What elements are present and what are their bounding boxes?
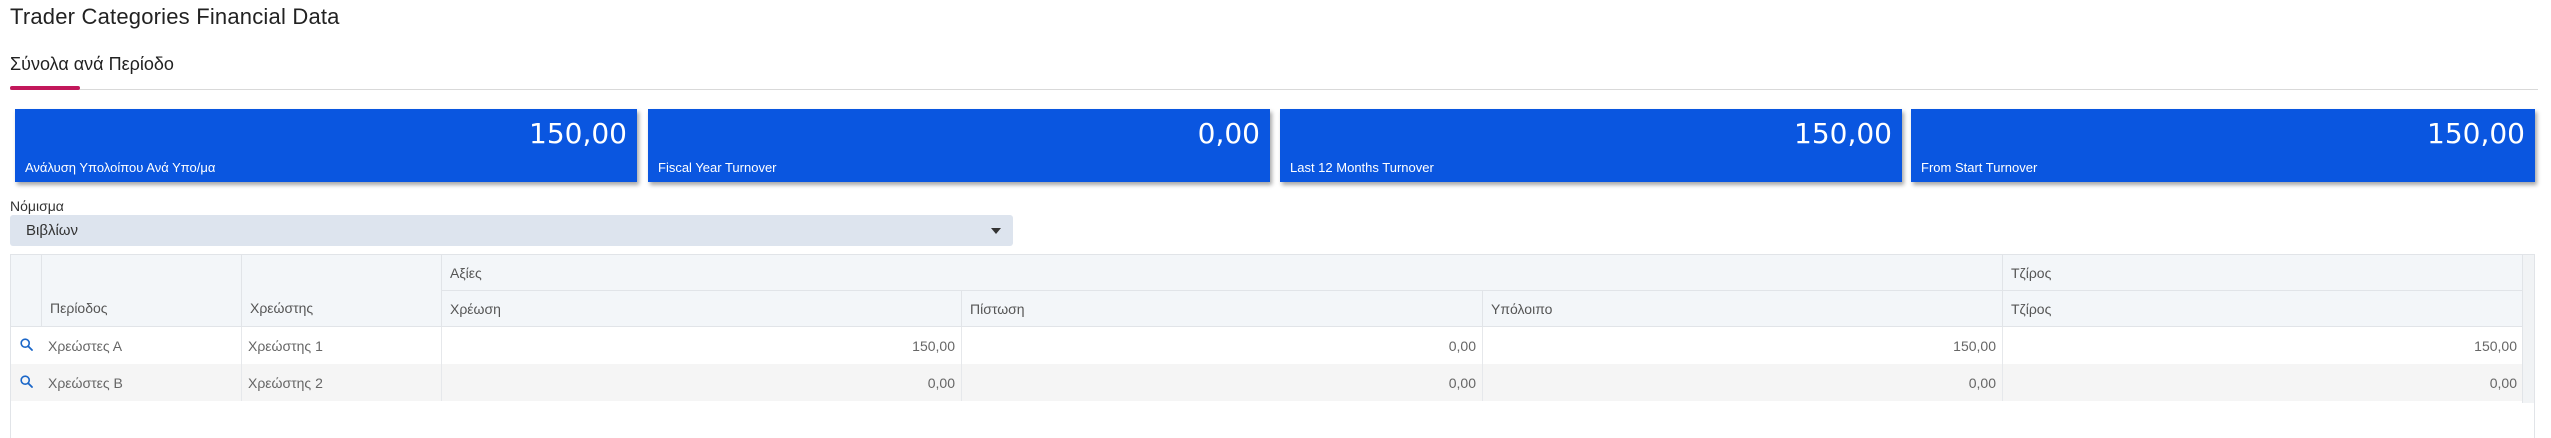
card-from-start-turnover[interactable]: 150,00 From Start Turnover — [1911, 109, 2535, 182]
grid-header-debit-label: Χρέωση — [450, 301, 501, 317]
cell-turnover: 0,00 — [2003, 364, 2524, 401]
grid-group-header-values-label: Αξίες — [450, 265, 482, 281]
grid-header-balance-label: Υπόλοιπο — [1491, 301, 1553, 317]
cell-balance: 150,00 — [1483, 327, 2003, 364]
grid-header-credit[interactable]: Πίστωση — [962, 291, 1483, 327]
row-search-button[interactable] — [11, 327, 41, 364]
cell-credit: 0,00 — [962, 364, 1483, 401]
cell-turnover-text: 150,00 — [2474, 338, 2517, 354]
currency-select[interactable]: Βιβλίων — [10, 215, 1013, 246]
cell-credit: 0,00 — [962, 327, 1483, 364]
card-label: Last 12 Months Turnover — [1290, 160, 1434, 175]
caret-down-icon — [991, 228, 1001, 234]
cell-balance: 0,00 — [1483, 364, 2003, 401]
grid-header-credit-label: Πίστωση — [970, 301, 1025, 317]
grid-vertical-scrollbar[interactable] — [2522, 255, 2534, 403]
grid-header-turnover-label: Τζίρος — [2011, 301, 2052, 317]
grid-header-turnover[interactable]: Τζίρος — [2003, 291, 2524, 327]
financial-data-grid: Περίοδος Χρεώστης Αξίες Τζίρος Χρέωση Πί… — [10, 254, 2535, 438]
table-row[interactable]: Χρεώστες Β Χρεώστης 2 0,00 0,00 0,00 0,0… — [11, 364, 2524, 401]
card-value: 150,00 — [1794, 117, 1892, 150]
grid-header-debtor[interactable]: Χρεώστης — [242, 255, 442, 327]
cell-period-text: Χρεώστες Β — [48, 375, 123, 391]
row-search-button[interactable] — [11, 364, 41, 401]
cell-period: Χρεώστες Α — [42, 327, 242, 364]
card-balance-analysis[interactable]: 150,00 Ανάλυση Υπολοίπου Ανά Υπο/μα — [15, 109, 637, 182]
card-value: 150,00 — [529, 117, 627, 150]
card-last-12-months-turnover[interactable]: 150,00 Last 12 Months Turnover — [1280, 109, 1902, 182]
currency-selected-value: Βιβλίων — [26, 222, 79, 239]
grid-group-header-turnover: Τζίρος — [2003, 255, 2524, 291]
tab-bar: Σύνολα ανά Περίοδο — [10, 54, 2538, 90]
currency-label: Νόμισμα — [10, 198, 64, 214]
grid-header-period-label: Περίοδος — [50, 300, 108, 316]
cell-credit-text: 0,00 — [1448, 338, 1476, 354]
cell-debit-text: 150,00 — [912, 338, 955, 354]
active-tab-indicator — [10, 86, 80, 90]
search-icon — [20, 338, 33, 351]
cell-debit: 0,00 — [442, 364, 962, 401]
cell-credit-text: 0,00 — [1448, 375, 1476, 391]
card-value: 0,00 — [1197, 117, 1260, 150]
grid-header-period[interactable]: Περίοδος — [42, 255, 242, 327]
grid-header-debtor-label: Χρεώστης — [250, 300, 314, 316]
cell-balance-text: 150,00 — [1953, 338, 1996, 354]
card-fiscal-year-turnover[interactable]: 0,00 Fiscal Year Turnover — [648, 109, 1270, 182]
card-label: Ανάλυση Υπολοίπου Ανά Υπο/μα — [25, 160, 216, 175]
page-title: Trader Categories Financial Data — [10, 4, 340, 29]
grid-header-balance[interactable]: Υπόλοιπο — [1483, 291, 2003, 327]
grid-header-debit[interactable]: Χρέωση — [442, 291, 962, 327]
cell-debit-text: 0,00 — [927, 375, 955, 391]
search-icon — [20, 375, 33, 388]
cell-debtor-text: Χρεώστης 2 — [248, 375, 323, 391]
cell-turnover: 150,00 — [2003, 327, 2524, 364]
cell-debit: 150,00 — [442, 327, 962, 364]
tab-totals-per-period[interactable]: Σύνολα ανά Περίοδο — [10, 54, 174, 75]
card-label: From Start Turnover — [1921, 160, 2038, 175]
summary-cards: 150,00 Ανάλυση Υπολοίπου Ανά Υπο/μα 0,00… — [15, 109, 2540, 182]
cell-turnover-text: 0,00 — [2489, 375, 2517, 391]
cell-period-text: Χρεώστες Α — [48, 338, 123, 354]
cell-debtor: Χρεώστης 2 — [242, 364, 442, 401]
grid-group-header-turnover-label: Τζίρος — [2011, 265, 2052, 281]
cell-debtor-text: Χρεώστης 1 — [248, 338, 323, 354]
grid-group-header-values: Αξίες — [442, 255, 2003, 291]
card-label: Fiscal Year Turnover — [658, 160, 777, 175]
cell-period: Χρεώστες Β — [42, 364, 242, 401]
card-value: 150,00 — [2427, 117, 2525, 150]
cell-balance-text: 0,00 — [1968, 375, 1996, 391]
table-row[interactable]: Χρεώστες Α Χρεώστης 1 150,00 0,00 150,00… — [11, 327, 2524, 364]
cell-debtor: Χρεώστης 1 — [242, 327, 442, 364]
grid-header-action — [11, 255, 42, 327]
